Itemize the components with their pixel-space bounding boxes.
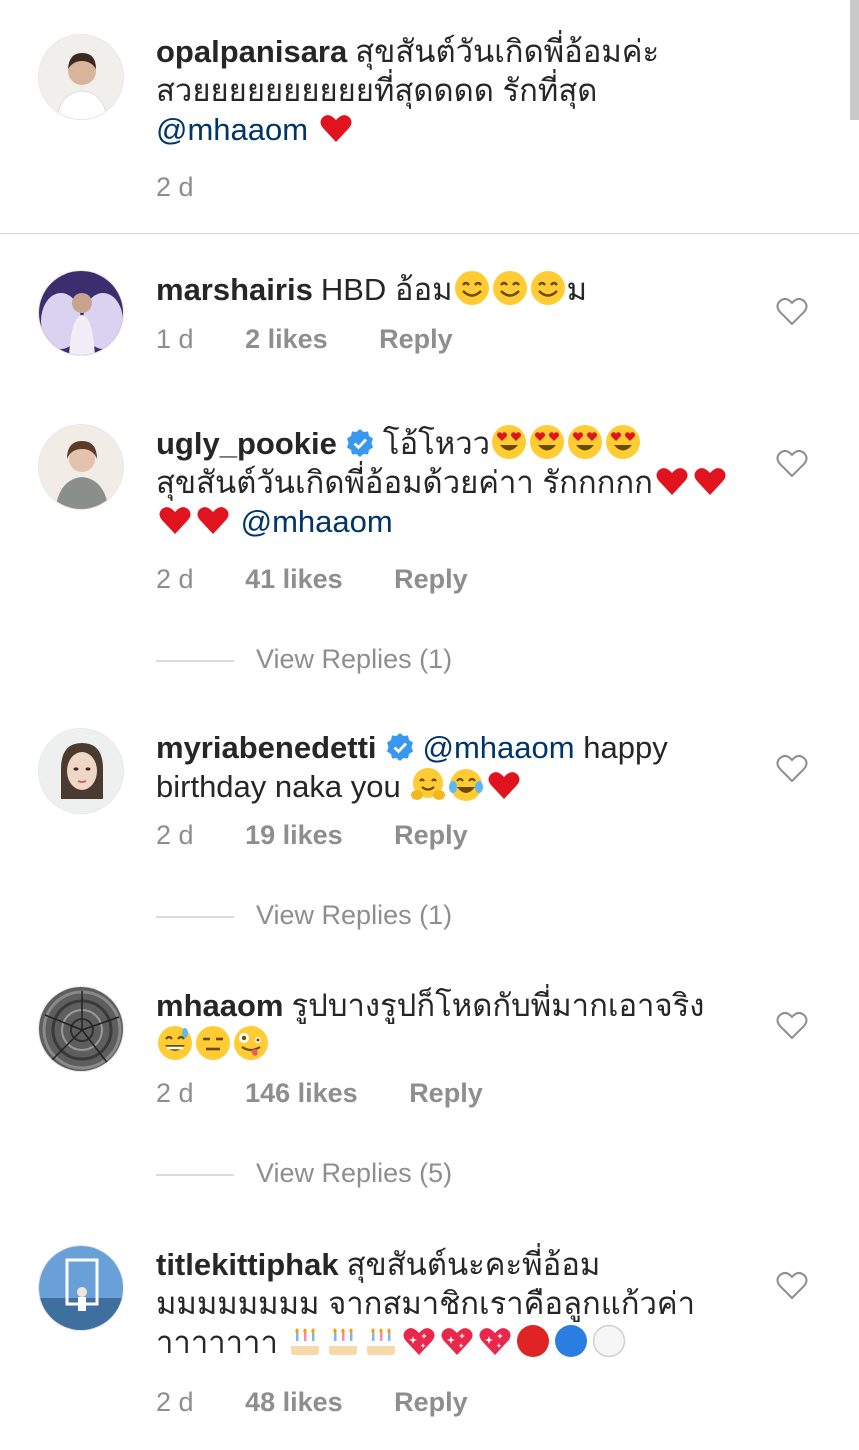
caption-text-line2: สวยยยยยยยยยยที่สุดดดด รักที่สุด — [156, 73, 598, 108]
view-replies-button[interactable]: View Replies (1) — [156, 644, 452, 675]
comment-username[interactable]: ugly_pookie — [156, 426, 337, 461]
comment-body-line2: สุขสันต์วันเกิดพี่อ้อมด้วยค่าา รักกกกก — [156, 465, 653, 500]
sparkling-heart-icon — [403, 1328, 435, 1355]
comment-likes[interactable]: 19 likes — [245, 820, 343, 850]
verified-badge-icon — [386, 733, 413, 761]
view-replies-button[interactable]: View Replies (5) — [156, 1158, 452, 1189]
caption-text: opalpanisara สุขสันต์วันเกิดพี่อ้อมค่ะ สว… — [156, 32, 736, 149]
comment-time: 1 d — [156, 324, 194, 354]
grinning-sweat-icon — [158, 1026, 192, 1060]
comment-body-line2: มมมมมมมม จากสมาชิกเราคือลูกแก้วค่า — [156, 1286, 696, 1321]
red-heart-icon — [694, 468, 726, 495]
comment-time: 2 d — [156, 1078, 194, 1108]
view-replies-divider — [156, 915, 234, 918]
comment-mention[interactable]: @mhaaom — [241, 504, 393, 539]
avatar-titlekittiphak[interactable] — [38, 1245, 124, 1331]
comment-text: myriabenedetti @mhaaom happy birthday nak… — [156, 728, 736, 806]
avatar-ugly-pookie[interactable] — [38, 424, 124, 510]
sparkling-heart-icon — [479, 1328, 511, 1355]
comment-meta: 1 d 2 likes Reply — [156, 324, 497, 355]
avatar-mhaaom[interactable] — [38, 986, 124, 1072]
comment-text: ugly_pookie โอ้โหวว สุขสันต์วันเกิดพี่อ้อ… — [156, 424, 736, 541]
comment-body: สุขสันต์นะคะพี่อ้อม — [346, 1247, 601, 1282]
comment-text: mhaaom รูปบางรูปก็โหดกับพี่มากเอาจริง — [156, 986, 736, 1064]
expressionless-icon — [196, 1026, 230, 1060]
reply-button[interactable]: Reply — [379, 324, 453, 354]
view-replies-label: View Replies (1) — [256, 644, 453, 674]
comment-likes[interactable]: 2 likes — [245, 324, 328, 354]
like-heart-icon[interactable] — [776, 448, 808, 478]
birthday-cake-icon — [367, 1328, 396, 1355]
reply-button[interactable]: Reply — [394, 564, 468, 594]
verified-badge-icon — [346, 429, 373, 457]
comment-body: HBD อ้อม — [320, 272, 453, 307]
caption-mention[interactable]: @mhaaom — [156, 112, 308, 147]
red-heart-icon — [488, 772, 520, 799]
reply-button[interactable]: Reply — [394, 820, 468, 850]
like-heart-icon[interactable] — [776, 296, 808, 326]
comment-time: 2 d — [156, 820, 194, 850]
comment-mention[interactable]: @mhaaom — [423, 730, 575, 765]
comment-username[interactable]: myriabenedetti — [156, 730, 377, 765]
comment-body-line2: birthday naka you — [156, 769, 401, 804]
white-circle-icon — [593, 1324, 626, 1358]
comment-username[interactable]: titlekittiphak — [156, 1247, 339, 1282]
like-heart-icon[interactable] — [776, 1270, 808, 1300]
comment-likes[interactable]: 41 likes — [245, 564, 343, 594]
comment-likes[interactable]: 48 likes — [245, 1387, 343, 1417]
comment-username[interactable]: mhaaom — [156, 988, 283, 1023]
caption-username[interactable]: opalpanisara — [156, 34, 347, 69]
smiling-face-icon — [454, 271, 489, 305]
comment-meta: 2 d 146 likes Reply — [156, 1078, 527, 1109]
view-replies-button[interactable]: View Replies (1) — [156, 900, 452, 931]
heart-eyes-icon — [606, 425, 641, 459]
smiling-face-icon — [492, 271, 527, 305]
birthday-cake-icon — [291, 1328, 320, 1355]
comment-text: marshairis HBD อ้อม ม — [156, 270, 736, 309]
smiling-face-icon — [530, 271, 565, 305]
reply-button[interactable]: Reply — [394, 1387, 468, 1417]
comment-body: happy — [583, 730, 668, 765]
blue-circle-icon — [555, 1325, 588, 1357]
hugging-face-icon — [411, 768, 446, 800]
comment-likes[interactable]: 146 likes — [245, 1078, 358, 1108]
heart-eyes-icon — [530, 425, 565, 459]
comment-body: โอ้โหวว — [382, 426, 491, 461]
view-replies-label: View Replies (1) — [256, 900, 453, 930]
comment-meta: 2 d 41 likes Reply — [156, 564, 512, 595]
like-heart-icon[interactable] — [776, 753, 808, 783]
avatar-myriabenedetti[interactable] — [38, 728, 124, 814]
avatar-opalpanisara[interactable] — [38, 34, 124, 120]
reply-button[interactable]: Reply — [409, 1078, 483, 1108]
comment-time: 2 d — [156, 564, 194, 594]
heart-eyes-icon — [492, 425, 527, 459]
comment-meta: 2 d 48 likes Reply — [156, 1387, 512, 1418]
red-heart-icon — [656, 468, 688, 495]
view-replies-label: View Replies (5) — [256, 1158, 453, 1188]
view-replies-divider — [156, 659, 234, 662]
comment-username[interactable]: marshairis — [156, 272, 313, 307]
comment-text: titlekittiphak สุขสันต์นะคะพี่อ้อม มมมมมม… — [156, 1245, 736, 1362]
comment-meta: 2 d 19 likes Reply — [156, 820, 512, 851]
comment-time: 2 d — [156, 1387, 194, 1417]
avatar-marshairis[interactable] — [38, 270, 124, 356]
comment-body: รูปบางรูปก็โหดกับพี่มากเอาจริง — [291, 988, 705, 1023]
caption-time: 2 d — [156, 172, 194, 202]
caption-text-line1: สุขสันต์วันเกิดพี่อ้อมค่ะ — [355, 34, 660, 69]
red-circle-icon — [517, 1325, 550, 1357]
comment-body-line3: าาาาาาา — [156, 1325, 278, 1360]
view-replies-divider — [156, 1173, 234, 1176]
zany-face-icon — [234, 1026, 268, 1060]
comment-body-tail: ม — [566, 272, 588, 307]
caption-meta: 2 d — [156, 172, 238, 203]
birthday-cake-icon — [329, 1328, 358, 1355]
heart-eyes-icon — [568, 425, 603, 459]
like-heart-icon[interactable] — [776, 1010, 808, 1040]
sparkling-heart-icon — [441, 1328, 473, 1355]
red-heart-icon — [197, 507, 229, 534]
tears-of-joy-icon — [449, 769, 484, 801]
red-heart-icon — [320, 115, 352, 142]
caption-block: opalpanisara สุขสันต์วันเกิดพี่อ้อมค่ะ สว… — [0, 0, 859, 234]
red-heart-icon — [159, 507, 191, 534]
